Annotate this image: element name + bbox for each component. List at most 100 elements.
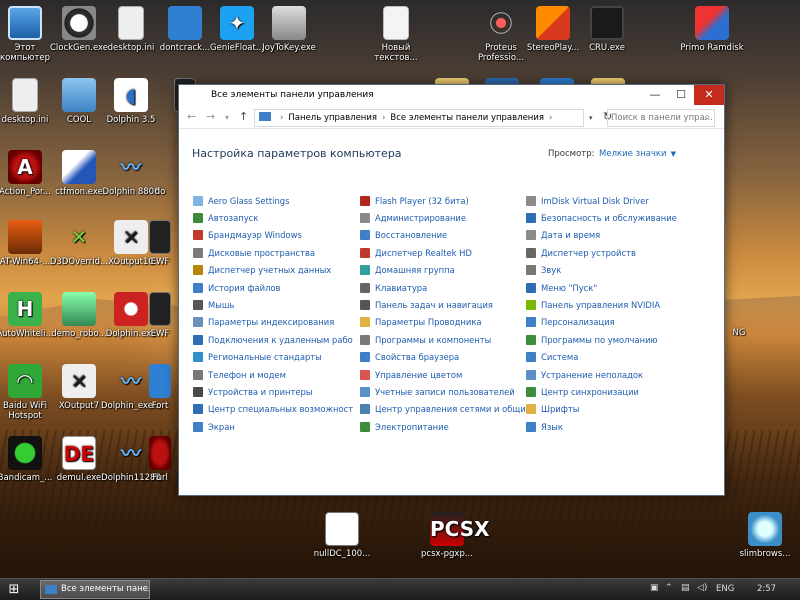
cubes-icon	[536, 6, 570, 40]
control-panel-item[interactable]: Программы и компоненты	[360, 331, 525, 348]
clock[interactable]: 2:57	[757, 584, 776, 594]
control-panel-item[interactable]: Электропитание	[360, 418, 525, 435]
control-panel-item-icon	[526, 352, 536, 363]
control-panel-item[interactable]: Параметры индексирования	[193, 314, 353, 331]
control-panel-item-label: Дата и время	[541, 230, 601, 241]
desktop-icon-fort[interactable]: Fort	[140, 364, 180, 411]
title-bar[interactable]: Все элементы панели управления — ☐ ✕	[179, 85, 724, 107]
back-arrow-icon[interactable]: ←	[187, 110, 196, 123]
control-panel-item[interactable]: Восстановление	[360, 227, 525, 244]
control-panel-item[interactable]: Центр синхронизации	[526, 383, 686, 400]
view-by-dropdown[interactable]: Мелкие значки ▼	[599, 149, 676, 159]
control-panel-item[interactable]: Безопасность и обслуживание	[526, 209, 686, 226]
control-panel-item[interactable]: Телефон и модем	[193, 366, 353, 383]
desktop-icon-primo[interactable]: Primo Ramdisk	[677, 6, 747, 53]
control-panel-item[interactable]: Язык	[526, 418, 686, 435]
control-panel-item-icon	[360, 282, 370, 293]
desktop-icon-new-text[interactable]: Новый текстов...	[361, 6, 431, 63]
chevron-down-icon: ▼	[670, 150, 676, 158]
maximize-button[interactable]: ☐	[668, 85, 694, 105]
desktop-icon-pcsx[interactable]: PCSX pcsx-pgxp...	[412, 512, 490, 559]
desktop-icon-ewf-1[interactable]: EWF	[140, 220, 180, 267]
control-panel-item[interactable]: Администрирование	[360, 209, 525, 226]
control-panel-item-label: Администрирование	[375, 213, 467, 224]
address-dropdown-icon[interactable]: ▾	[589, 114, 593, 122]
control-panel-item[interactable]: Дата и время	[526, 227, 686, 244]
control-panel-item[interactable]: Дисковые пространства	[193, 244, 353, 261]
forward-arrow-icon[interactable]: →	[206, 110, 215, 123]
search-icon[interactable]: ⌕	[704, 110, 710, 126]
desktop-icon-ewf-2[interactable]: EWF	[140, 292, 180, 339]
control-panel-item[interactable]: Мышь	[193, 296, 353, 313]
control-panel-item-icon	[193, 300, 203, 311]
control-panel-icon	[259, 112, 271, 121]
control-panel-item[interactable]: Диспетчер устройств	[526, 244, 686, 261]
control-panel-item[interactable]: Брандмауэр Windows	[193, 227, 353, 244]
control-panel-item[interactable]: Экран	[193, 418, 353, 435]
desktop-icon-furl[interactable]: Furl	[140, 436, 180, 483]
control-panel-window[interactable]: Все элементы панели управления — ☐ ✕ ← →…	[178, 84, 725, 496]
up-arrow-icon[interactable]: ↑	[239, 110, 248, 123]
browser-icon	[748, 512, 782, 546]
control-panel-item-label: Учетные записи пользователей	[375, 386, 515, 397]
desktop-icon-ng-behind[interactable]: NG	[724, 328, 754, 338]
recent-locations-icon[interactable]: ▾	[225, 113, 229, 122]
desktop-icon-do-partial[interactable]: do	[140, 150, 180, 197]
control-panel-item[interactable]: Flash Player (32 бита)	[360, 192, 525, 209]
close-button[interactable]: ✕	[694, 85, 724, 105]
minimize-button[interactable]: —	[642, 85, 668, 105]
address-bar[interactable]: › Панель управления › Все элементы панели у…	[254, 109, 584, 127]
control-panel-item[interactable]: Параметры Проводника	[360, 314, 525, 331]
control-panel-item[interactable]: Панель задач и навигация	[360, 296, 525, 313]
control-panel-item[interactable]: История файлов	[193, 279, 353, 296]
desktop-icon-slimbrowser[interactable]: slimbrows...	[730, 512, 800, 559]
control-panel-item-label: Дисковые пространства	[208, 247, 316, 258]
control-panel-item[interactable]: Программы по умолчанию	[526, 331, 686, 348]
breadcrumb-separator-icon: ›	[382, 113, 386, 123]
control-panel-item[interactable]: Диспетчер Realtek HD	[360, 244, 525, 261]
control-panel-item-icon	[360, 230, 370, 241]
control-panel-item[interactable]: Устройства и принтеры	[193, 383, 353, 400]
control-panel-item[interactable]: Региональные стандарты	[193, 349, 353, 366]
search-input[interactable]: Поиск в панели упра... ⌕	[607, 109, 715, 127]
start-button[interactable]: ⊞	[6, 582, 22, 598]
tray-app-icon[interactable]: ▣	[650, 583, 659, 593]
control-panel-item-label: Региональные стандарты	[208, 352, 322, 363]
control-panel-item[interactable]: Учетные записи пользователей	[360, 383, 525, 400]
volume-icon[interactable]: ◁)	[697, 583, 707, 593]
desktop-icon-nulldc[interactable]: nullDC_100...	[307, 512, 377, 559]
control-panel-item[interactable]: Управление цветом	[360, 366, 525, 383]
desktop-icon-cru[interactable]: CRU.exe	[572, 6, 642, 53]
control-panel-item[interactable]: Подключения к удаленным рабоч...	[193, 331, 353, 348]
control-panel-item-label: Программы по умолчанию	[541, 334, 658, 345]
control-panel-item[interactable]: Меню "Пуск"	[526, 279, 686, 296]
breadcrumb-all-items[interactable]: Все элементы панели управления	[390, 113, 544, 123]
control-panel-item[interactable]: Шрифты	[526, 401, 686, 418]
language-indicator[interactable]: ENG	[716, 584, 734, 594]
control-panel-item[interactable]: Центр управления сетями и общи...	[360, 401, 525, 418]
control-panel-item[interactable]: Домашняя группа	[360, 262, 525, 279]
control-panel-item[interactable]: Aero Glass Settings	[193, 192, 353, 209]
control-panel-item[interactable]: Свойства браузера	[360, 349, 525, 366]
control-panel-item[interactable]: ImDisk Virtual Disk Driver	[526, 192, 686, 209]
breadcrumb-control-panel[interactable]: Панель управления	[288, 113, 377, 123]
control-panel-item[interactable]: Панель управления NVIDIA	[526, 296, 686, 313]
control-panel-item[interactable]: Диспетчер учетных данных	[193, 262, 353, 279]
app-icon	[149, 220, 171, 254]
pen-icon	[62, 150, 96, 184]
control-panel-item-icon	[360, 352, 370, 363]
desktop-icon-joytokey[interactable]: JoyToKey.exe	[254, 6, 324, 53]
taskbar-window-button[interactable]: Все элементы панеле...	[40, 580, 150, 599]
control-panel-item-icon	[193, 386, 203, 397]
control-panel-item[interactable]: Устранение неполадок	[526, 366, 686, 383]
control-panel-item[interactable]: Автозапуск	[193, 209, 353, 226]
tray-chevron-icon[interactable]: ⌃	[665, 583, 673, 593]
network-icon[interactable]: ▤	[681, 583, 690, 593]
control-panel-item[interactable]: Звук	[526, 262, 686, 279]
control-panel-item[interactable]: Система	[526, 349, 686, 366]
control-panel-item-icon	[360, 421, 370, 432]
control-panel-item[interactable]: Клавиатура	[360, 279, 525, 296]
control-panel-item-icon	[526, 300, 536, 311]
control-panel-item[interactable]: Персонализация	[526, 314, 686, 331]
control-panel-item[interactable]: Центр специальных возможностей	[193, 401, 353, 418]
